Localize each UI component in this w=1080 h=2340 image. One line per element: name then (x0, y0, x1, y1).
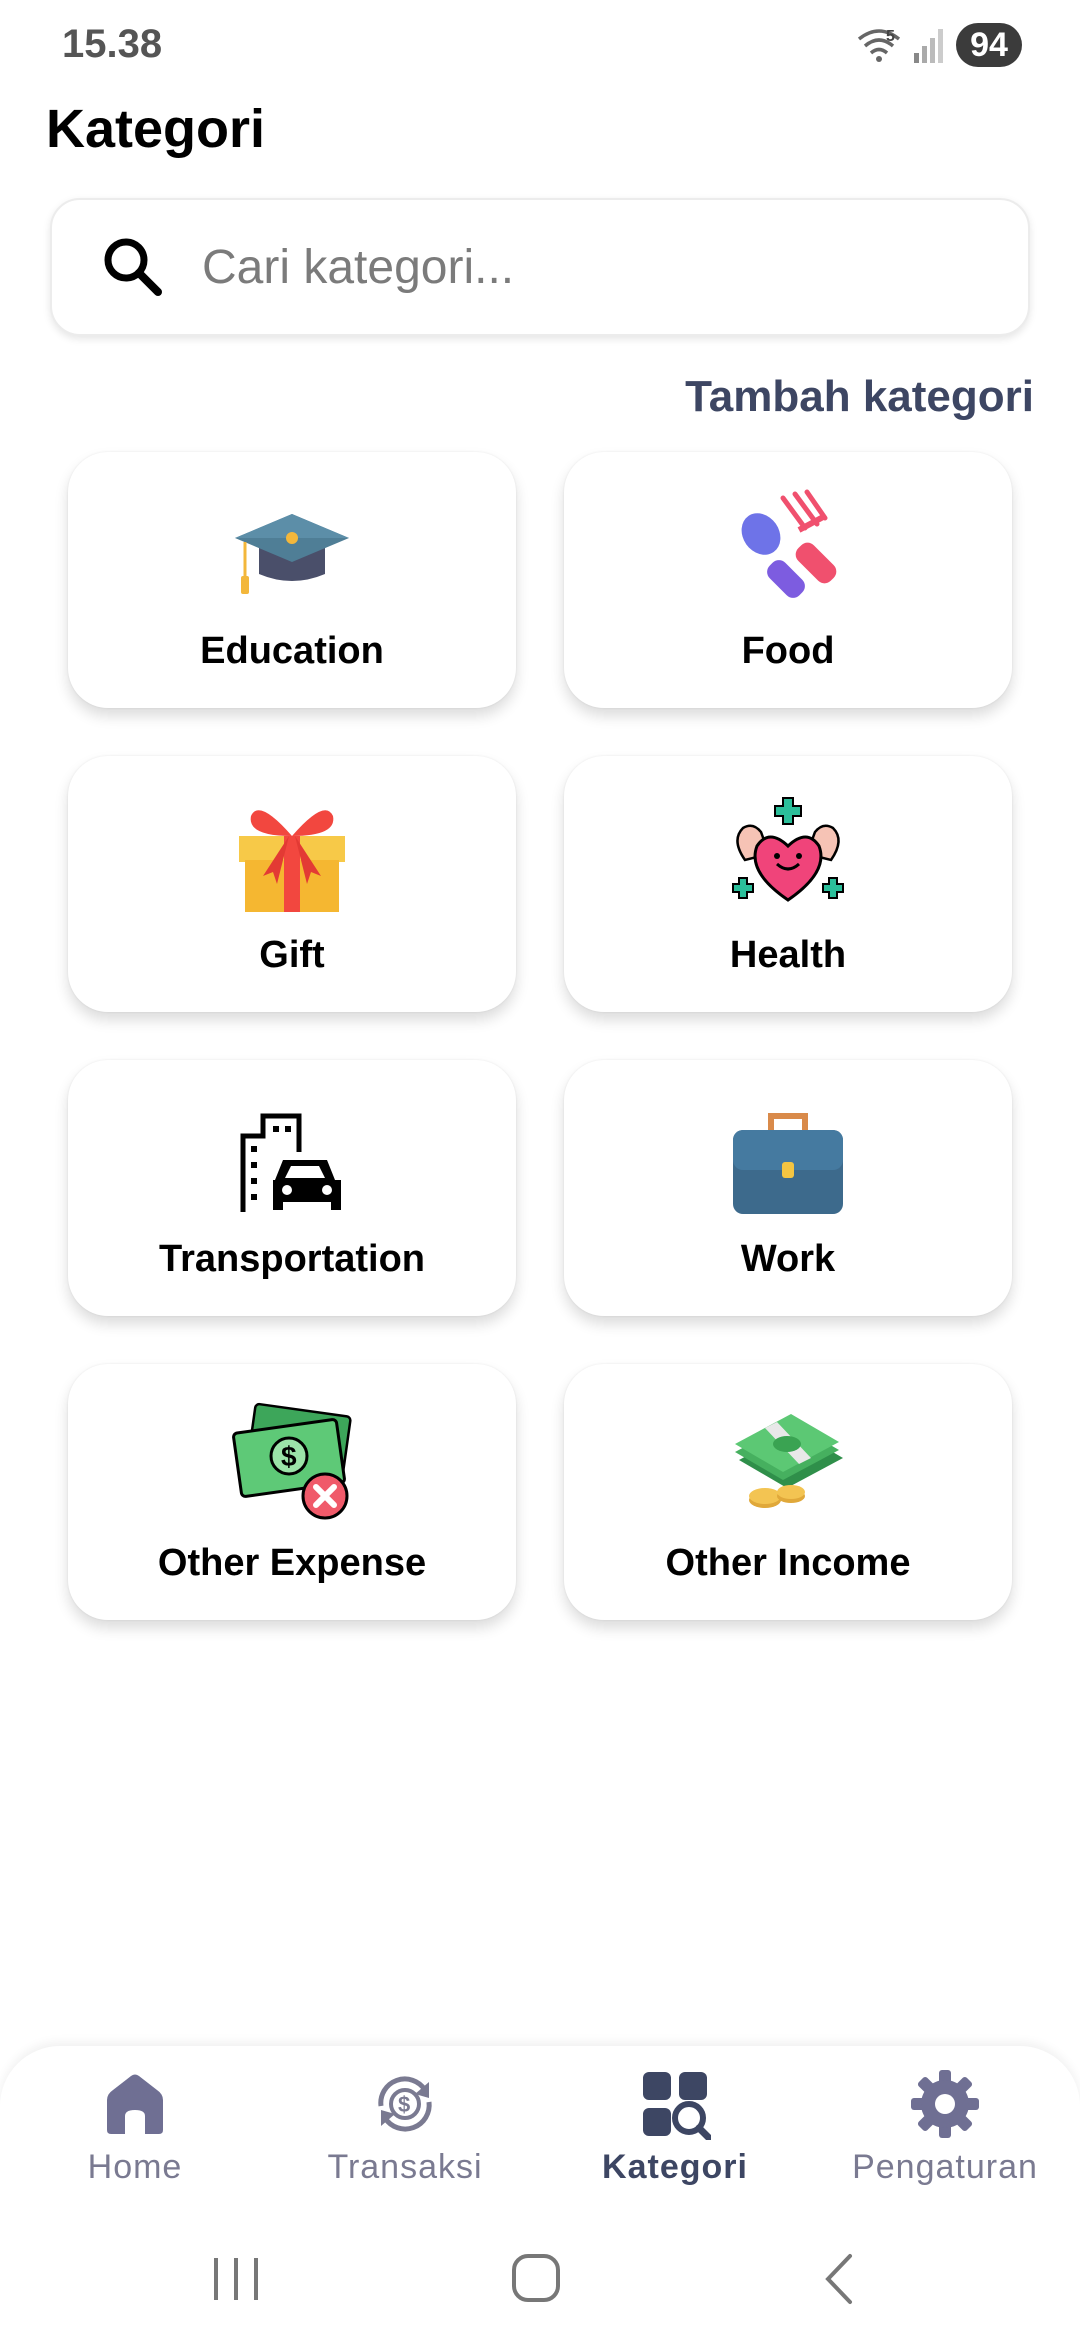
nav-item-home[interactable]: Home (0, 2068, 270, 2187)
money-remove-icon: $ (232, 1402, 352, 1520)
add-category-link[interactable]: Tambah kategori (685, 372, 1034, 422)
nav-label: Kategori (602, 2148, 748, 2186)
category-label: Transportation (158, 1238, 426, 1280)
wifi-icon: 5 (857, 28, 901, 62)
nav-item-kategori[interactable]: Kategori (540, 2068, 810, 2187)
recent-apps-icon[interactable] (196, 2244, 276, 2314)
category-card-education[interactable]: Education (68, 452, 516, 708)
home-button-icon[interactable] (496, 2244, 576, 2314)
category-card-other-income[interactable]: Other Income (564, 1364, 1012, 1620)
category-card-work[interactable]: Work (564, 1060, 1012, 1316)
nav-label: Pengaturan (852, 2148, 1038, 2186)
category-card-gift[interactable]: Gift (68, 756, 516, 1012)
category-card-health[interactable]: Health (564, 756, 1012, 1012)
transaction-icon: $ (378, 2076, 432, 2132)
car-building-icon (240, 1113, 341, 1212)
money-stack-icon (735, 1414, 843, 1508)
wifi-band: 5 (886, 28, 895, 45)
heart-muscle-icon (732, 797, 844, 902)
status-bar: 15.38 5 94 (0, 0, 1080, 90)
graduation-cap-icon (235, 514, 349, 594)
category-card-transportation[interactable]: Transportation (68, 1060, 516, 1316)
svg-text:$: $ (398, 2092, 410, 2117)
spoon-fork-icon (741, 489, 837, 598)
category-search-icon (643, 2072, 711, 2140)
nav-item-transaksi[interactable]: $ Transaksi (270, 2068, 540, 2187)
nav-item-pengaturan[interactable]: Pengaturan (810, 2068, 1080, 2187)
bottom-nav: Home $ Transaksi Kategori Pengaturan (0, 2046, 1080, 2222)
back-icon[interactable] (800, 2244, 880, 2314)
system-nav-bar (0, 2222, 1080, 2340)
home-icon (107, 2074, 163, 2134)
signal-icon (914, 29, 943, 63)
category-label: Gift (259, 934, 325, 976)
category-card-other-expense[interactable]: $ Other Expense (68, 1364, 516, 1620)
search-bar[interactable] (50, 198, 1030, 336)
category-label: Health (729, 934, 847, 976)
search-icon (104, 238, 162, 296)
page-title: Kategori (46, 99, 266, 159)
status-time: 15.38 (62, 22, 163, 66)
category-label: Other Income (665, 1542, 911, 1584)
category-label: Food (741, 630, 835, 672)
gift-box-icon (239, 810, 345, 912)
nav-label: Home (87, 2148, 183, 2186)
category-grid: Education Food Gift Health Transportatio… (68, 452, 1012, 1620)
battery-indicator: 94 (956, 23, 1022, 67)
category-label: Education (200, 630, 384, 672)
gear-icon (911, 2070, 979, 2138)
category-card-food[interactable]: Food (564, 452, 1012, 708)
status-icons: 5 94 (856, 22, 1022, 68)
category-label: Work (740, 1238, 836, 1280)
search-input[interactable] (202, 239, 962, 295)
svg-text:$: $ (281, 1441, 297, 1472)
briefcase-icon (733, 1113, 843, 1214)
category-label: Other Expense (157, 1542, 427, 1584)
nav-label: Transaksi (327, 2148, 483, 2186)
